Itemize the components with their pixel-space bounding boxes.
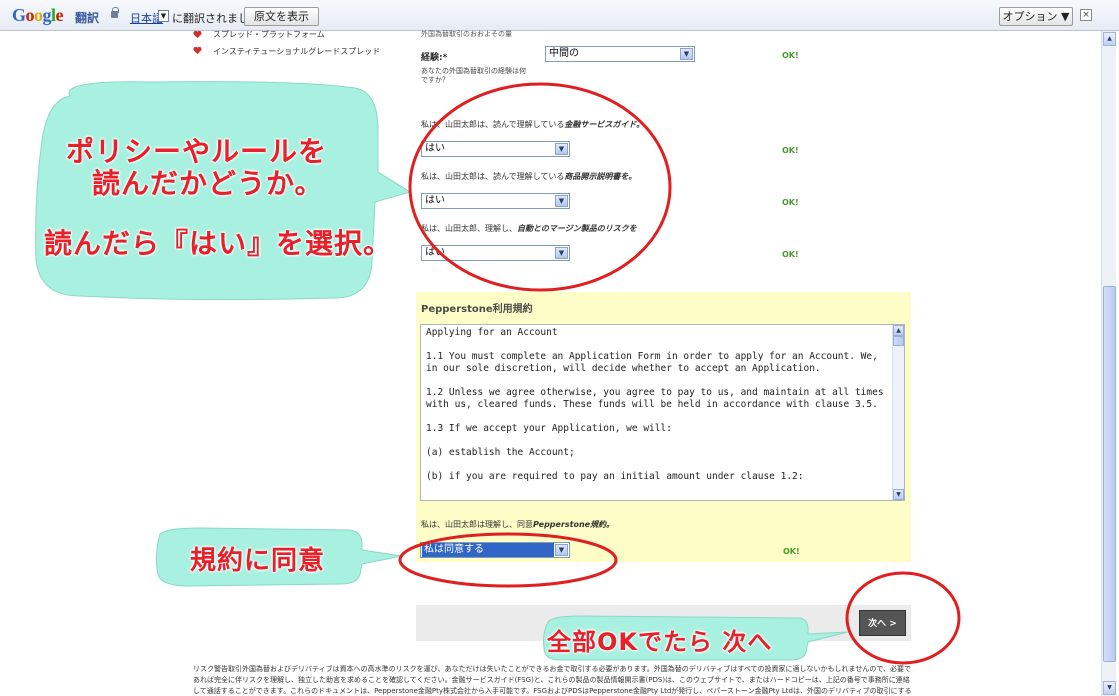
page-scrollbar[interactable]: ▲ ▼: [1101, 31, 1116, 696]
margin-risk-status: OK!: [782, 250, 799, 259]
chevron-down-icon[interactable]: ▼: [555, 247, 568, 259]
risk-disclaimer: リスク警告取引外国為替およびデリバティブは資本への高水準のリスクを運び、あなただ…: [193, 665, 912, 695]
logo-letter: e: [55, 5, 64, 25]
agree-prefix: 私は、山田太郎は理解し、同意: [421, 520, 533, 529]
pds-select-value: はい: [425, 195, 445, 206]
terms-scrollbar[interactable]: ▲ ▼: [892, 325, 904, 500]
chevron-down-icon[interactable]: ▼: [158, 10, 169, 22]
experience-select[interactable]: 中間の ▼: [545, 46, 695, 62]
scroll-up-icon[interactable]: ▲: [1103, 32, 1116, 46]
translate-product-label: 翻訳: [75, 11, 100, 25]
terms-agree-label: 私は、山田太郎は理解し、同意Pepperstone規約。: [421, 519, 614, 530]
question-pds: 私は、山田太郎は、読んで理解している商品開示説明書を。: [421, 171, 636, 182]
fsg-select[interactable]: はい ▼: [421, 141, 570, 157]
policy-annotation-line2: 読んだかどうか。: [92, 167, 324, 200]
terms-agree-select[interactable]: 私は同意する ▼: [420, 542, 570, 558]
google-logo[interactable]: Google: [12, 5, 64, 26]
fsg-status: OK!: [782, 146, 799, 155]
question-emphasis: 金融サービスガイド。: [564, 120, 645, 129]
question-prefix: 私は、山田太郎は、読んで理解している: [421, 172, 565, 181]
scroll-down-icon[interactable]: ▼: [893, 489, 904, 500]
pds-status: OK!: [782, 198, 799, 207]
agree-emphasis: Pepperstone規約。: [533, 520, 615, 529]
terms-status: OK!: [783, 547, 800, 556]
close-icon[interactable]: ×: [1080, 9, 1092, 21]
terms-text: Applying for an Account 1.1 You must com…: [426, 327, 884, 482]
question-emphasis: 自動とのマージン製品のリスクを: [517, 224, 637, 233]
logo-letter: g: [42, 5, 52, 25]
experience-label: 経験:*: [421, 53, 448, 63]
heart-icon: [193, 46, 202, 55]
page-scroll-thumb[interactable]: [1103, 286, 1116, 662]
sidebar-item-spread-platform: スプレッド・プラットフォーム: [213, 30, 325, 39]
scroll-thumb[interactable]: [893, 336, 904, 346]
question-fsg: 私は、山田太郎は、読んで理解している金融サービスガイド。: [421, 119, 644, 130]
terms-title: Pepperstone利用規約: [421, 304, 533, 315]
translate-bar: Google 翻訳 日本語 ▼ に翻訳されました 原文を表示 オプション ▼ ×: [0, 0, 1119, 31]
fsg-select-value: はい: [425, 143, 445, 154]
experience-status: OK!: [782, 51, 799, 60]
sidebar-item-institutional-spread: インスティテューショナルグレードスプレッド: [213, 47, 381, 56]
margin-risk-select[interactable]: はい ▼: [421, 245, 570, 261]
question-margin-risk: 私は、山田太郎、理解し、自動とのマージン製品のリスクを: [421, 223, 637, 234]
show-original-button[interactable]: 原文を表示: [244, 7, 319, 26]
volume-help-text: 外国為替取引のおおよその量: [421, 30, 512, 38]
question-emphasis: 商品開示説明書を。: [564, 172, 637, 181]
lock-icon: [111, 7, 119, 18]
logo-letter: o: [34, 5, 43, 25]
chevron-down-icon[interactable]: ▼: [555, 195, 568, 207]
chevron-down-icon[interactable]: ▼: [680, 48, 693, 60]
question-prefix: 私は、山田太郎、理解し、: [421, 224, 517, 233]
chevron-down-icon[interactable]: ▼: [555, 544, 568, 556]
chevron-down-icon[interactable]: ▼: [555, 143, 568, 155]
margin-risk-select-value: はい: [425, 247, 445, 258]
terms-agree-value: 私は同意する: [422, 543, 554, 557]
experience-select-value: 中間の: [549, 48, 579, 59]
logo-letter: G: [12, 5, 26, 25]
agree-annotation: 規約に同意: [190, 546, 326, 576]
scroll-up-icon[interactable]: ▲: [893, 325, 904, 336]
next-button[interactable]: 次へ >: [859, 610, 906, 636]
scroll-down-icon[interactable]: ▼: [1103, 681, 1116, 695]
terms-textarea[interactable]: Applying for an Account 1.1 You must com…: [420, 324, 905, 501]
policy-annotation-line3: 読んだら『はい』を選択。: [44, 227, 393, 260]
pds-select[interactable]: はい ▼: [421, 193, 570, 209]
next-annotation: 全部OKでたら 次へ: [547, 628, 773, 656]
options-button[interactable]: オプション ▼: [999, 7, 1073, 26]
heart-icon: [193, 30, 202, 39]
logo-letter: o: [25, 5, 35, 25]
experience-help: あなたの外国為替取引の経験は何ですか？: [421, 67, 526, 84]
question-prefix: 私は、山田太郎は、読んで理解している: [421, 120, 565, 129]
